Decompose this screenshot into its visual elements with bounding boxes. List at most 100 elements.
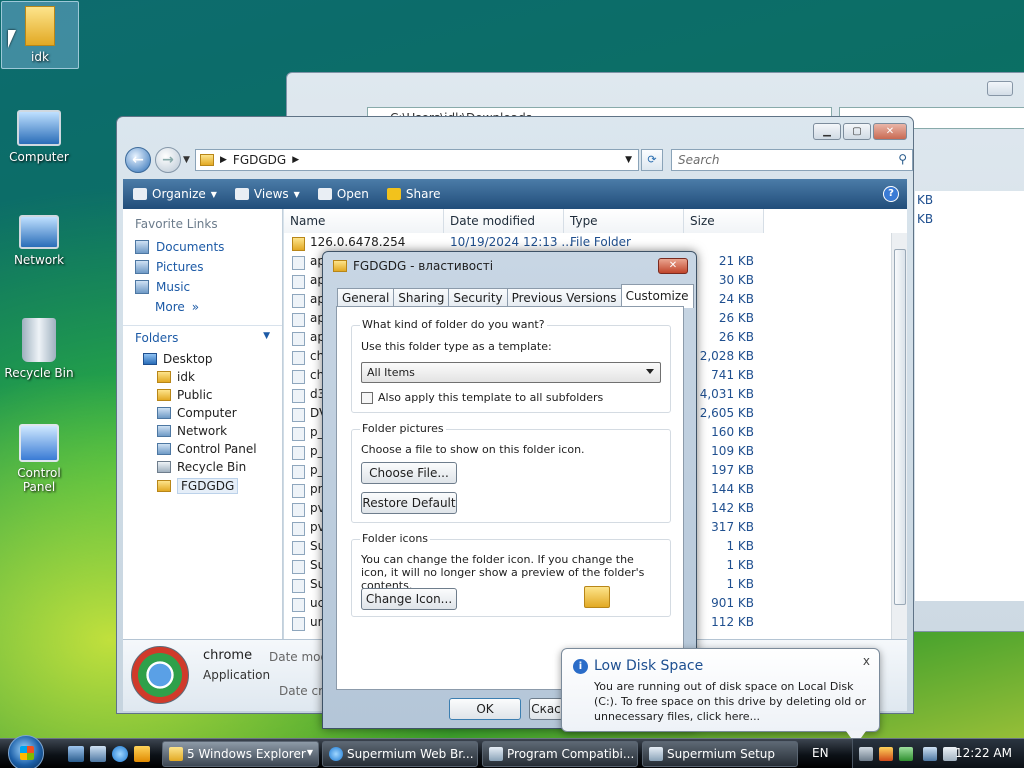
task-supermium-setup[interactable]: Supermium Setup: [642, 741, 798, 767]
chevron-down-icon: ▼: [293, 189, 300, 199]
column-header-type[interactable]: Type: [564, 209, 684, 233]
documents-icon: [135, 240, 149, 254]
task-windows-explorer[interactable]: 5 Windows Explorer ▼: [162, 741, 319, 767]
file-icon: [292, 332, 305, 346]
close-button[interactable]: ✕: [873, 123, 907, 140]
tree-item-recycle-bin[interactable]: Recycle Bin: [157, 458, 282, 476]
restore-default-button[interactable]: Restore Default: [361, 492, 457, 514]
disk-warning-icon[interactable]: [859, 747, 873, 761]
scrollbar-thumb[interactable]: [894, 249, 906, 605]
folders-header[interactable]: Folders ▼: [123, 325, 282, 350]
desktop-icon-label: Network: [13, 253, 65, 267]
refresh-button[interactable]: ⟳: [641, 149, 663, 171]
tree-item-public[interactable]: Public: [157, 386, 282, 404]
organize-button[interactable]: Organize ▼: [133, 187, 217, 201]
folder-icons-group: Folder icons You can change the folder i…: [351, 532, 671, 617]
apply-subfolders-checkbox[interactable]: [361, 392, 373, 404]
dialog-close-button[interactable]: ✕: [658, 258, 688, 274]
low-disk-space-notification[interactable]: i Low Disk Space x You are running out o…: [561, 648, 880, 732]
search-input[interactable]: Search ⚲: [671, 149, 913, 171]
notification-message[interactable]: You are running out of disk space on Loc…: [594, 679, 870, 724]
chevron-down-icon: ▼: [306, 748, 313, 757]
ok-button[interactable]: OK: [449, 698, 521, 720]
task-supermium-browser[interactable]: Supermium Web Br...: [322, 741, 478, 767]
favorite-link-more[interactable]: More »: [123, 297, 282, 317]
file-icon: [292, 313, 305, 327]
tree-item-desktop[interactable]: Desktop: [143, 350, 282, 368]
breadcrumb-folder[interactable]: FGDGDG: [233, 153, 286, 167]
start-button[interactable]: [8, 735, 44, 768]
column-header-label: Date modified: [450, 214, 536, 228]
vertical-scrollbar[interactable]: [891, 233, 907, 639]
folder-pictures-group: Folder pictures Choose a file to show on…: [351, 422, 671, 523]
change-icon-button[interactable]: Change Icon...: [361, 588, 457, 610]
desktop-icon-control-panel[interactable]: Control Panel: [0, 424, 78, 494]
share-button[interactable]: Share: [386, 187, 441, 201]
details-date-modified-label: Date mod: [269, 650, 329, 664]
tree-item-control-panel[interactable]: Control Panel: [157, 440, 282, 458]
search-placeholder: Search: [678, 153, 720, 167]
column-header-date[interactable]: Date modified: [444, 209, 564, 233]
background-minimize-button[interactable]: [987, 81, 1013, 96]
tree-item-computer[interactable]: Computer: [157, 404, 282, 422]
notification-close-icon[interactable]: x: [863, 654, 870, 668]
favorite-link-label: More: [155, 300, 185, 314]
desktop-icon-network[interactable]: Network: [0, 215, 78, 267]
recycle-bin-icon: [157, 461, 171, 473]
address-bar[interactable]: ▶ FGDGDG ▶ ▼: [195, 149, 639, 171]
media-player-icon[interactable]: [134, 746, 150, 762]
info-icon: i: [573, 659, 588, 674]
system-tray: 12:22 AM: [852, 739, 1024, 768]
tab-customize[interactable]: Customize: [620, 284, 694, 308]
views-button[interactable]: Views ▼: [234, 187, 300, 201]
help-icon[interactable]: ?: [883, 186, 899, 202]
mouse-cursor: [8, 30, 16, 48]
tab-sharing[interactable]: Sharing: [393, 288, 450, 308]
folder-template-select[interactable]: All Items: [361, 362, 661, 383]
desktop-icon-label: Recycle Bin: [4, 366, 74, 380]
network-tray-icon[interactable]: [923, 747, 937, 761]
language-indicator[interactable]: EN: [812, 746, 829, 760]
column-header-label: Name: [290, 214, 326, 228]
file-icon: [292, 560, 305, 574]
desktop-icon-label: idk: [31, 50, 49, 64]
file-type: File Folder: [570, 235, 631, 249]
recent-pages-chevron-icon[interactable]: ▼: [183, 155, 190, 165]
tree-item-network[interactable]: Network: [157, 422, 282, 440]
navigation-bar: ← → ▼ ▶ FGDGDG ▶ ▼ ⟳ Search ⚲: [125, 145, 913, 175]
forward-button[interactable]: →: [155, 147, 181, 173]
tree-item-idk[interactable]: idk: [157, 368, 282, 386]
favorite-link-pictures[interactable]: Pictures: [123, 257, 282, 277]
tree-item-fgdgdg[interactable]: FGDGDG: [157, 476, 282, 496]
internet-explorer-icon[interactable]: [112, 746, 128, 762]
address-dropdown-icon[interactable]: ▼: [625, 155, 632, 165]
favorite-link-documents[interactable]: Documents: [123, 237, 282, 257]
tab-general[interactable]: General: [337, 288, 395, 308]
search-icon[interactable]: ⚲: [898, 152, 907, 166]
desktop-icon-label: Control Panel: [17, 466, 61, 494]
minimize-button[interactable]: ▁: [813, 123, 841, 140]
switch-windows-icon[interactable]: [90, 746, 106, 762]
open-button[interactable]: Open: [317, 187, 369, 201]
folder-icon: [169, 747, 183, 761]
file-icon: [292, 275, 305, 289]
maximize-button[interactable]: ▢: [843, 123, 871, 140]
desktop-icon: [143, 353, 157, 365]
show-desktop-icon[interactable]: [68, 746, 84, 762]
defender-icon[interactable]: [899, 747, 913, 761]
favorite-link-music[interactable]: Music: [123, 277, 282, 297]
desktop-icon-computer[interactable]: Computer: [0, 110, 78, 164]
column-header-name[interactable]: Name: [284, 209, 444, 233]
task-program-compatibility[interactable]: Program Compatibi...: [482, 741, 638, 767]
choose-file-button[interactable]: Choose File...: [361, 462, 457, 484]
clock[interactable]: 12:22 AM: [955, 746, 1012, 760]
tab-previous-versions[interactable]: Previous Versions: [506, 288, 622, 308]
desktop-icon-recycle-bin[interactable]: Recycle Bin: [0, 318, 78, 380]
back-button[interactable]: ←: [125, 147, 151, 173]
tab-security[interactable]: Security: [448, 288, 508, 308]
breadcrumb-arrow-icon: ▶: [220, 155, 227, 165]
column-header-size[interactable]: Size: [684, 209, 764, 233]
security-shield-icon[interactable]: [879, 747, 893, 761]
cancel-button[interactable]: Скас: [529, 698, 563, 720]
chevron-down-icon: ▼: [263, 331, 270, 341]
